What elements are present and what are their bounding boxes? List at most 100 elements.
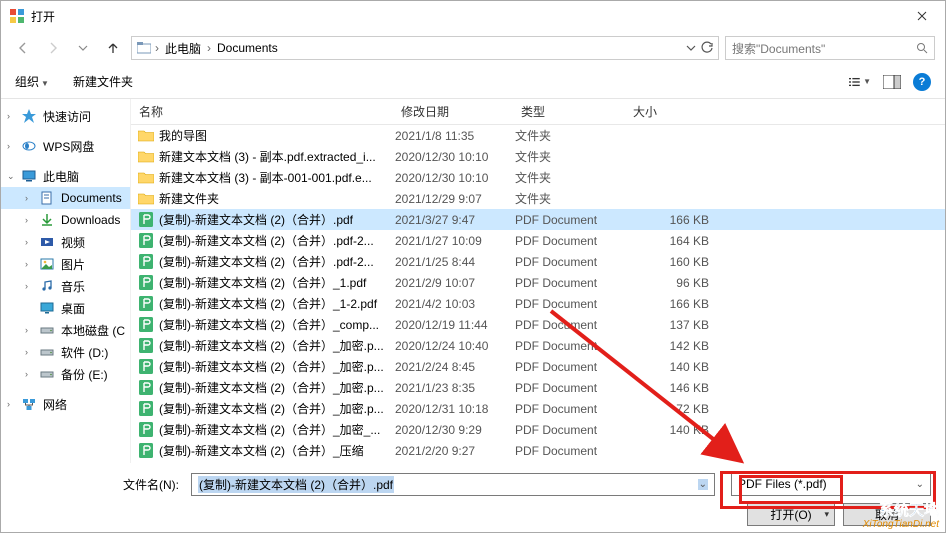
chevron-down-icon[interactable]: ⌄ <box>7 171 15 182</box>
sidebar-item-label: 备份 (E:) <box>61 366 108 383</box>
file-name: (复制)-新建文本文档 (2)（合并）_加密_... <box>155 421 395 438</box>
breadcrumb-seg[interactable]: 此电脑 <box>162 39 204 58</box>
sidebar-item[interactable]: ›Documents <box>1 187 130 209</box>
file-date: 2021/2/24 8:45 <box>395 360 515 374</box>
sidebar-item[interactable]: ⌄此电脑 <box>1 165 130 187</box>
chevron-right-icon[interactable]: › <box>25 215 28 225</box>
file-type: PDF Document <box>515 444 627 458</box>
sidebar-item[interactable]: › 备份 (E:) <box>1 363 130 385</box>
file-row[interactable]: (复制)-新建文本文档 (2)（合并）_加密.p...2020/12/31 10… <box>131 398 945 419</box>
col-size[interactable]: 大小 <box>625 103 721 120</box>
chevron-right-icon[interactable]: › <box>25 237 28 247</box>
organize-button[interactable]: 组织▼ <box>15 73 49 90</box>
file-row[interactable]: (复制)-新建文本文档 (2)（合并）_压缩2021/2/20 9:27PDF … <box>131 440 945 461</box>
filter-dropdown[interactable]: PDF Files (*.pdf) ⌄ <box>731 473 931 496</box>
col-date[interactable]: 修改日期 <box>393 103 513 120</box>
split-chevron-icon[interactable]: ▾ <box>824 509 829 520</box>
file-name: (复制)-新建文本文档 (2)（合并）.pdf-2... <box>155 253 395 270</box>
sidebar-item[interactable]: › Downloads <box>1 209 130 231</box>
file-row[interactable]: (复制)-新建文本文档 (2)（合并）_加密.p...2020/12/24 10… <box>131 335 945 356</box>
sidebar-item-label: 图片 <box>61 256 85 273</box>
file-row[interactable]: (复制)-新建文本文档 (2)（合并）_加密_...2020/12/30 9:2… <box>131 419 945 440</box>
file-row[interactable]: 新建文本文档 (3) - 副本-001-001.pdf.e...2020/12/… <box>131 167 945 188</box>
breadcrumb-seg[interactable]: Documents <box>214 40 281 56</box>
sidebar-item[interactable]: › 图片 <box>1 253 130 275</box>
chevron-right-icon[interactable]: › <box>7 399 10 409</box>
col-type[interactable]: 类型 <box>513 103 625 120</box>
pdf-icon <box>137 380 155 396</box>
view-icon[interactable]: ▼ <box>849 73 871 91</box>
preview-pane-icon[interactable] <box>881 73 903 91</box>
file-name: (复制)-新建文本文档 (2)（合并）.pdf-2... <box>155 232 395 249</box>
chevron-right-icon[interactable]: › <box>25 325 28 335</box>
file-type: 文件夹 <box>515 148 627 165</box>
file-row[interactable]: (复制)-新建文本文档 (2)（合并）_加密.p...2021/1/23 8:3… <box>131 377 945 398</box>
file-row[interactable]: 新建文件夹2021/12/29 9:07文件夹 <box>131 188 945 209</box>
file-row[interactable]: (复制)-新建文本文档 (2)（合并）.pdf-2...2021/1/27 10… <box>131 230 945 251</box>
file-row[interactable]: (复制)-新建文本文档 (2)（合并）_1-2.pdf2021/4/2 10:0… <box>131 293 945 314</box>
sidebar-item-label: 音乐 <box>61 278 85 295</box>
file-pane: 名称 修改日期 类型 大小 我的导图2021/1/8 11:35文件夹新建文本文… <box>131 99 945 463</box>
drive-icon <box>39 322 55 338</box>
chevron-down-icon: ⌄ <box>916 479 924 490</box>
music-icon <box>39 278 55 294</box>
up-button[interactable] <box>101 36 125 60</box>
search-input[interactable]: 搜索"Documents" <box>725 36 935 60</box>
file-type: PDF Document <box>515 297 627 311</box>
chevron-right-icon[interactable]: › <box>25 369 28 379</box>
file-size: 160 KB <box>627 255 717 269</box>
col-name[interactable]: 名称 <box>131 103 393 120</box>
file-name: 我的导图 <box>155 127 395 144</box>
filename-input[interactable]: (复制)-新建文本文档 (2)（合并）.pdf ⌄ <box>191 473 715 496</box>
recent-chevron[interactable] <box>71 36 95 60</box>
close-button[interactable] <box>899 1 945 31</box>
sidebar-item[interactable]: › 软件 (D:) <box>1 341 130 363</box>
pdf-icon <box>137 233 155 249</box>
sidebar-item[interactable]: ›WPS网盘 <box>1 135 130 157</box>
refresh-icon[interactable] <box>700 41 714 55</box>
sidebar-item-label: 快速访问 <box>43 108 91 125</box>
file-row[interactable]: (复制)-新建文本文档 (2)（合并）.pdf2021/3/27 9:47PDF… <box>131 209 945 230</box>
file-type: 文件夹 <box>515 127 627 144</box>
back-button[interactable] <box>11 36 35 60</box>
file-type: PDF Document <box>515 381 627 395</box>
chevron-right-icon[interactable]: › <box>25 193 28 203</box>
file-row[interactable]: 新建文本文档 (3) - 副本.pdf.extracted_i...2020/1… <box>131 146 945 167</box>
pdf-icon <box>137 359 155 375</box>
file-name: (复制)-新建文本文档 (2)（合并）_加密.p... <box>155 358 395 375</box>
file-row[interactable]: 我的导图2021/1/8 11:35文件夹 <box>131 125 945 146</box>
file-row[interactable]: (复制)-新建文本文档 (2)（合并）.pdf-2...2021/1/25 8:… <box>131 251 945 272</box>
sidebar-item[interactable]: › 网络 <box>1 393 130 415</box>
file-name: (复制)-新建文本文档 (2)（合并）_comp... <box>155 316 395 333</box>
chevron-down-icon[interactable] <box>686 43 696 53</box>
file-row[interactable]: (复制)-新建文本文档 (2)（合并）_1.pdf2021/2/9 10:07P… <box>131 272 945 293</box>
file-size: 140 KB <box>627 360 717 374</box>
forward-button[interactable] <box>41 36 65 60</box>
help-icon[interactable]: ? <box>913 73 931 91</box>
chevron-right-icon[interactable]: › <box>7 141 10 151</box>
chevron-right-icon[interactable]: › <box>25 347 28 357</box>
sidebar-item-label: 网络 <box>43 396 67 413</box>
cancel-button[interactable]: 取消 <box>843 503 931 526</box>
newfolder-button[interactable]: 新建文件夹 <box>73 73 133 90</box>
file-date: 2020/12/30 10:10 <box>395 150 515 164</box>
sidebar-item[interactable]: 桌面 <box>1 297 130 319</box>
open-button[interactable]: 打开(O)▾ <box>747 503 835 526</box>
sidebar-item[interactable]: ›视频 <box>1 231 130 253</box>
file-name: (复制)-新建文本文档 (2)（合并）_加密.p... <box>155 400 395 417</box>
sidebar-item-label: Downloads <box>61 213 120 227</box>
sidebar-item[interactable]: ›本地磁盘 (C <box>1 319 130 341</box>
pdf-icon <box>137 338 155 354</box>
chevron-right-icon[interactable]: › <box>7 111 10 121</box>
chevron-right-icon[interactable]: › <box>25 259 28 269</box>
sidebar-item[interactable]: › 音乐 <box>1 275 130 297</box>
file-row[interactable]: (复制)-新建文本文档 (2)（合并）_comp...2020/12/19 11… <box>131 314 945 335</box>
sidebar-item-label: 软件 (D:) <box>61 344 108 361</box>
chevron-down-icon[interactable]: ⌄ <box>698 479 708 490</box>
sidebar-item[interactable]: › 快速访问 <box>1 105 130 127</box>
file-row[interactable]: (复制)-新建文本文档 (2)（合并）_加密.p...2021/2/24 8:4… <box>131 356 945 377</box>
sidebar: ›快速访问›WPS网盘⌄此电脑›Documents›Downloads›视频›图… <box>1 99 131 463</box>
address-bar[interactable]: › 此电脑 › Documents <box>131 36 719 60</box>
chevron-right-icon[interactable]: › <box>25 281 28 291</box>
file-type: PDF Document <box>515 360 627 374</box>
